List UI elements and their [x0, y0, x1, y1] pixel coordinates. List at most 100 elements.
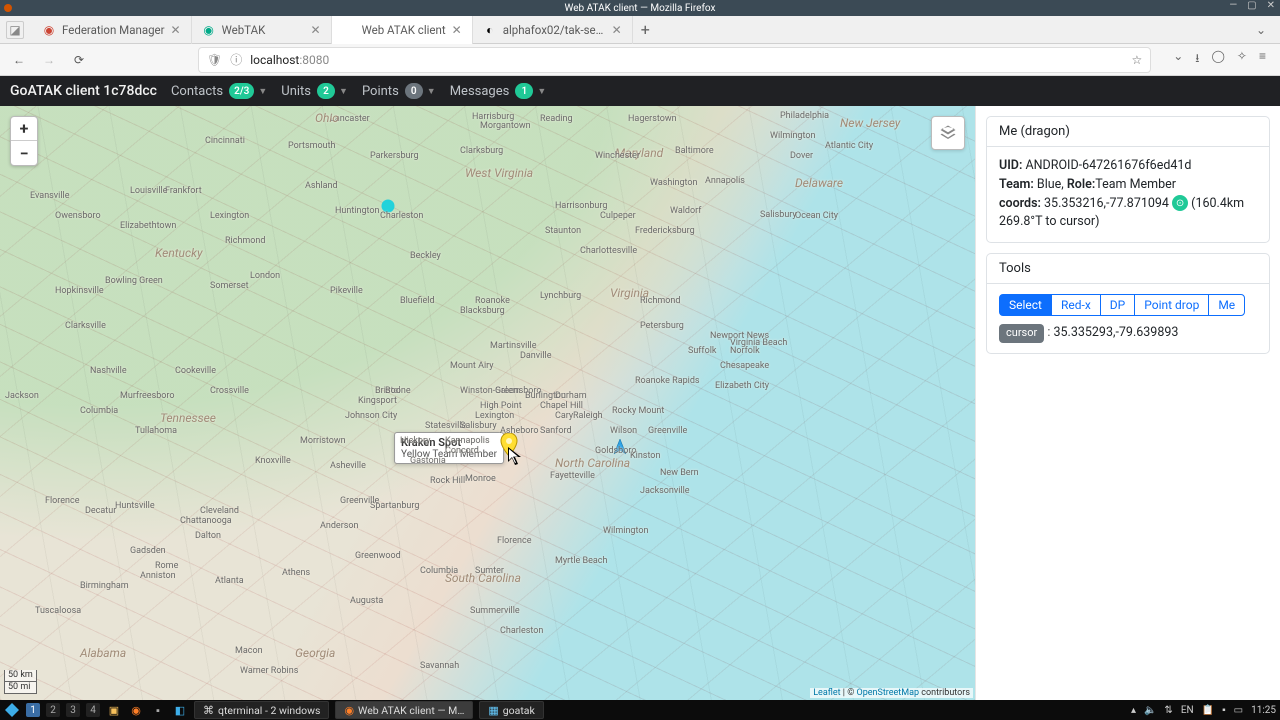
- me-panel: Me (dragon) UID: ANDROID-647261676f6ed41…: [986, 116, 1270, 243]
- nav-units[interactable]: Units 2 ▼: [281, 83, 348, 99]
- github-icon: ◐: [483, 23, 497, 37]
- map-label: Roanoke: [475, 296, 510, 306]
- reload-button[interactable]: ⟳: [68, 49, 90, 71]
- close-icon[interactable]: ✕: [452, 23, 462, 37]
- extensions-icon[interactable]: ✧: [1237, 49, 1247, 70]
- all-tabs-button[interactable]: ⌄: [1248, 23, 1274, 37]
- nav-points[interactable]: Points 0 ▼: [362, 83, 436, 99]
- task-goatak[interactable]: ▦ goatak: [479, 701, 543, 719]
- unit-arrow-marker[interactable]: [611, 438, 629, 460]
- app-menu-icon[interactable]: [4, 4, 12, 12]
- close-icon[interactable]: ✕: [311, 23, 321, 37]
- tool-dp-button[interactable]: DP: [1100, 294, 1135, 316]
- nav-contacts[interactable]: Contacts 2/3 ▼: [171, 83, 267, 99]
- tray-notification-icon[interactable]: ▪: [1222, 705, 1226, 716]
- map-label: Columbia: [80, 406, 118, 416]
- map-label: Bristol: [375, 386, 401, 396]
- map-label: Fayetteville: [550, 471, 595, 481]
- file-manager-icon[interactable]: ▣: [106, 702, 122, 718]
- map-label: Jackson: [5, 391, 39, 401]
- tab-webtak[interactable]: ◉ WebTAK ✕: [192, 16, 332, 44]
- forward-button[interactable]: →: [38, 49, 60, 71]
- map-label: Petersburg: [640, 321, 684, 331]
- tray-caret-icon[interactable]: ▴: [1131, 705, 1136, 716]
- firefox-view-button[interactable]: ◪: [6, 21, 24, 39]
- tray-clipboard-icon[interactable]: 📋: [1202, 705, 1214, 716]
- map-label: Greenwood: [355, 551, 401, 561]
- chevron-down-icon: ▼: [427, 86, 436, 97]
- uid-value: ANDROID-647261676f6ed41d: [1025, 158, 1191, 173]
- task-firefox[interactable]: ◉ Web ATAK client — M…: [335, 701, 473, 719]
- nav-messages[interactable]: Messages 1 ▼: [450, 83, 547, 99]
- self-position-marker[interactable]: [382, 200, 395, 213]
- account-icon[interactable]: ◯: [1211, 49, 1224, 70]
- terminal-shortcut-icon[interactable]: ▪: [150, 702, 166, 718]
- tab-github-takserver[interactable]: ◐ alphafox02/tak-server: T ✕: [473, 16, 633, 44]
- workspace-2[interactable]: 2: [46, 703, 60, 717]
- tray-lang-indicator[interactable]: EN: [1181, 705, 1194, 716]
- layers-control[interactable]: [931, 116, 965, 150]
- app-menu-icon[interactable]: ≡: [1259, 49, 1266, 70]
- map-label: Frankfort: [165, 186, 202, 196]
- tool-select-button[interactable]: Select: [999, 294, 1052, 316]
- map-label: Wilmington: [603, 526, 648, 536]
- new-tab-button[interactable]: +: [633, 20, 658, 39]
- firefox-icon[interactable]: ◉: [128, 702, 144, 718]
- tab-web-atak-client[interactable]: Web ATAK client ✕: [332, 16, 473, 44]
- map-label: South Carolina: [445, 571, 521, 585]
- task-qterminal[interactable]: ⌘ qterminal - 2 windows: [194, 701, 329, 719]
- leaflet-link[interactable]: Leaflet: [813, 688, 840, 698]
- close-icon[interactable]: ✕: [171, 23, 181, 37]
- map-tooltip: Kraken Spot Yellow Team Member: [394, 432, 504, 464]
- map-label: Pikeville: [330, 286, 363, 296]
- window-minimize-button[interactable]: —: [1226, 0, 1240, 11]
- map-label: Kentucky: [155, 246, 202, 260]
- map-label: Augusta: [350, 596, 383, 606]
- tool-me-button[interactable]: Me: [1208, 294, 1245, 316]
- url-bar[interactable]: 🛡 ⓘ localhost:8080 ☆: [198, 47, 1151, 73]
- tab-federation-manager[interactable]: ◉ Federation Manager ✕: [32, 16, 192, 44]
- save-to-pocket-icon[interactable]: ⌄: [1173, 49, 1183, 70]
- zoom-in-button[interactable]: +: [11, 117, 37, 141]
- scale-km: 50 km: [4, 670, 37, 682]
- window-close-button[interactable]: ✕: [1264, 0, 1278, 11]
- workspace-3[interactable]: 3: [66, 703, 80, 717]
- app-launcher-icon[interactable]: [4, 702, 20, 718]
- task-label: Web ATAK client — M…: [358, 704, 464, 717]
- browser-toolbar: ← → ⟳ 🛡 ⓘ localhost:8080 ☆ ⌄ ⭳ ◯ ✧ ≡: [0, 44, 1280, 76]
- downloads-icon[interactable]: ⭳: [1195, 49, 1199, 70]
- map-label: Evansville: [30, 191, 70, 201]
- map-label: Suffolk: [688, 346, 716, 356]
- coords-copy-icon[interactable]: ⊙: [1172, 195, 1188, 211]
- map-label: Wilmington: [770, 131, 815, 141]
- map-label: Columbia: [420, 566, 458, 576]
- map[interactable]: + − Kraken Spot Yellow Team Member: [0, 106, 975, 700]
- tray-network-icon[interactable]: ⇅: [1164, 705, 1172, 716]
- cursor-coords: 35.335293,-79.639893: [1053, 325, 1178, 340]
- panel-icon[interactable]: ◧: [172, 702, 188, 718]
- map-label: Hopkinsville: [55, 286, 104, 296]
- map-label: Salisbury: [460, 421, 497, 431]
- back-button[interactable]: ←: [8, 49, 30, 71]
- tray-clock[interactable]: 11:25: [1251, 705, 1276, 716]
- tool-redx-button[interactable]: Red-x: [1051, 294, 1101, 316]
- zoom-out-button[interactable]: −: [11, 141, 37, 165]
- map-label: Greenville: [340, 496, 379, 506]
- window-maximize-button[interactable]: ▢: [1244, 0, 1259, 11]
- tool-pointdrop-button[interactable]: Point drop: [1134, 294, 1209, 316]
- tab-title: WebTAK: [222, 23, 305, 37]
- site-identity-icon[interactable]: ⓘ: [230, 51, 242, 68]
- workspace-1[interactable]: 1: [26, 703, 40, 717]
- map-label: Warner Robins: [240, 666, 298, 676]
- nav-badge: 0: [405, 83, 423, 99]
- osm-link[interactable]: OpenStreetMap: [857, 688, 920, 698]
- workspace-4[interactable]: 4: [86, 703, 100, 717]
- tray-volume-icon[interactable]: 🔈: [1144, 705, 1156, 716]
- map-label: Morgantown: [480, 121, 531, 131]
- tracking-protection-icon[interactable]: 🛡: [207, 53, 222, 67]
- tray-battery-icon[interactable]: ▭: [1234, 705, 1243, 716]
- bookmark-star-icon[interactable]: ☆: [1131, 53, 1142, 67]
- close-icon[interactable]: ✕: [612, 23, 622, 37]
- taskbar: 1 2 3 4 ▣ ◉ ▪ ◧ ⌘ qterminal - 2 windows …: [0, 700, 1280, 720]
- me-panel-header: Me (dragon): [987, 117, 1269, 147]
